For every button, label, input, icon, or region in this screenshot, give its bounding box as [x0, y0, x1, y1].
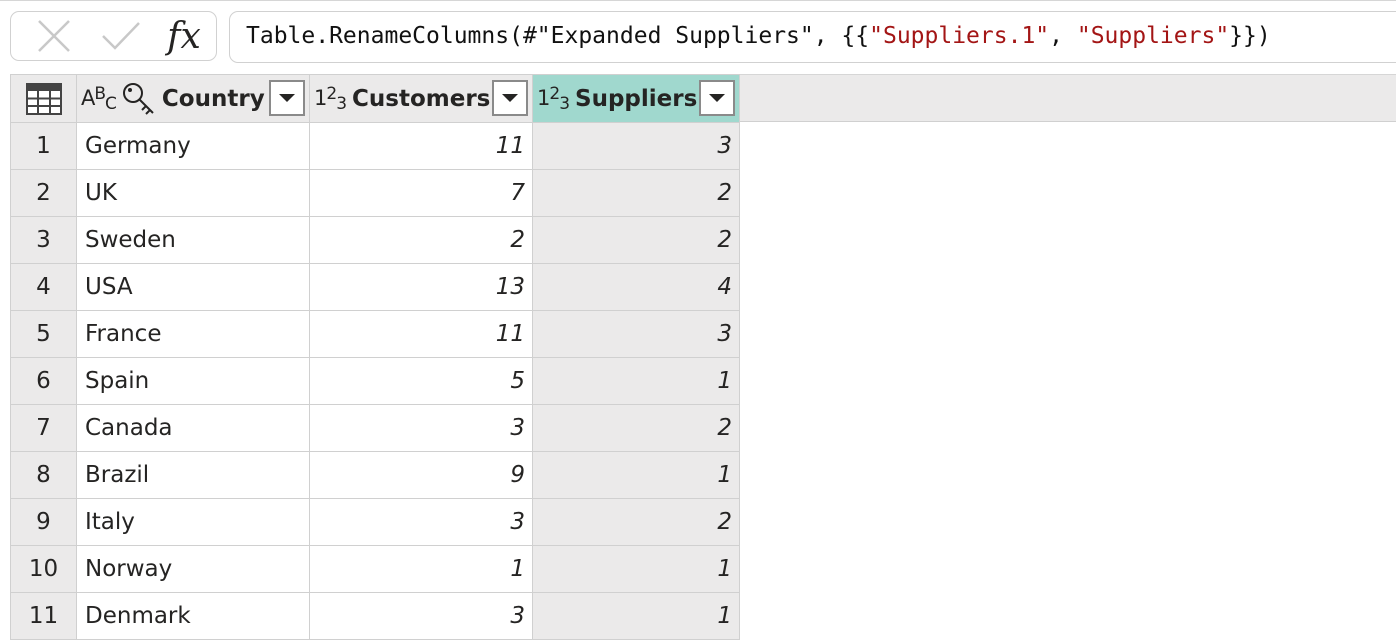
cell-suppliers[interactable]: 1 — [532, 592, 740, 640]
cell-country[interactable]: Canada — [76, 404, 310, 452]
table-row: 2 UK 7 2 — [10, 169, 740, 217]
column-name: Suppliers — [575, 85, 698, 112]
cell-customers[interactable]: 3 — [309, 592, 533, 640]
cell-country[interactable]: Spain — [76, 357, 310, 405]
formula-text: Table.RenameColumns(#"Expanded Suppliers… — [246, 23, 870, 49]
cell-country[interactable]: Germany — [76, 122, 310, 170]
cell-suppliers[interactable]: 1 — [532, 451, 740, 499]
row-number[interactable]: 4 — [10, 263, 77, 311]
formula-input[interactable]: Table.RenameColumns(#"Expanded Suppliers… — [229, 11, 1396, 63]
row-number[interactable]: 5 — [10, 310, 77, 358]
commit-button[interactable] — [93, 12, 149, 60]
column-filter-dropdown[interactable] — [492, 80, 528, 116]
cell-customers[interactable]: 3 — [309, 498, 533, 546]
row-number[interactable]: 11 — [10, 592, 77, 640]
column-header-suppliers[interactable]: 123 Suppliers — [532, 74, 740, 123]
column-name: Customers — [352, 85, 491, 112]
cell-country[interactable]: Italy — [76, 498, 310, 546]
row-number[interactable]: 3 — [10, 216, 77, 264]
table-row: 7 Canada 3 2 — [10, 404, 740, 452]
cancel-button[interactable] — [31, 12, 77, 60]
row-number[interactable]: 7 — [10, 404, 77, 452]
column-filter-dropdown[interactable] — [269, 80, 305, 116]
table-row: 11 Denmark 3 1 — [10, 592, 740, 640]
formula-string-new: "Suppliers" — [1076, 23, 1230, 49]
row-number[interactable]: 6 — [10, 357, 77, 405]
cell-country[interactable]: France — [76, 310, 310, 358]
table-row: 6 Spain 5 1 — [10, 357, 740, 405]
cell-country[interactable]: Sweden — [76, 216, 310, 264]
fx-button[interactable]: fx — [157, 12, 211, 60]
cell-country[interactable]: UK — [76, 169, 310, 217]
row-number[interactable]: 9 — [10, 498, 77, 546]
formula-string-old: "Suppliers.1" — [869, 23, 1050, 49]
cell-country[interactable]: Denmark — [76, 592, 310, 640]
cell-customers[interactable]: 9 — [309, 451, 533, 499]
cell-customers[interactable]: 2 — [309, 216, 533, 264]
number-type-icon[interactable]: 123 — [537, 84, 570, 114]
data-grid: ABC Country 123 Customers 123 Suppliers … — [10, 74, 740, 640]
row-number[interactable]: 1 — [10, 122, 77, 170]
formula-controls: fx — [10, 11, 217, 61]
table-row: 9 Italy 3 2 — [10, 498, 740, 546]
table-icon — [25, 82, 62, 115]
table-row: 8 Brazil 9 1 — [10, 451, 740, 499]
row-number[interactable]: 8 — [10, 451, 77, 499]
number-type-icon[interactable]: 123 — [314, 84, 347, 114]
cell-customers[interactable]: 3 — [309, 404, 533, 452]
cell-suppliers[interactable]: 2 — [532, 498, 740, 546]
cell-suppliers[interactable]: 2 — [532, 169, 740, 217]
cell-customers[interactable]: 11 — [309, 310, 533, 358]
cell-customers[interactable]: 1 — [309, 545, 533, 593]
cell-customers[interactable]: 11 — [309, 122, 533, 170]
cell-suppliers[interactable]: 1 — [532, 357, 740, 405]
column-name: Country — [161, 85, 265, 112]
cell-country[interactable]: Brazil — [76, 451, 310, 499]
cell-suppliers[interactable]: 2 — [532, 216, 740, 264]
cell-suppliers[interactable]: 2 — [532, 404, 740, 452]
column-filter-dropdown[interactable] — [699, 80, 735, 116]
row-number[interactable]: 2 — [10, 169, 77, 217]
top-border — [0, 0, 1396, 1]
cell-customers[interactable]: 5 — [309, 357, 533, 405]
table-row: 1 Germany 11 3 — [10, 122, 740, 170]
cell-suppliers[interactable]: 3 — [532, 310, 740, 358]
text-type-icon[interactable]: ABC — [81, 84, 117, 114]
header-row: ABC Country 123 Customers 123 Suppliers — [10, 74, 740, 123]
cell-customers[interactable]: 7 — [309, 169, 533, 217]
cell-country[interactable]: Norway — [76, 545, 310, 593]
key-icon — [122, 82, 154, 115]
cell-country[interactable]: USA — [76, 263, 310, 311]
table-row: 4 USA 13 4 — [10, 263, 740, 311]
table-menu-button[interactable] — [10, 74, 77, 123]
cell-customers[interactable]: 13 — [309, 263, 533, 311]
table-row: 10 Norway 1 1 — [10, 545, 740, 593]
close-icon — [38, 20, 70, 52]
cell-suppliers[interactable]: 4 — [532, 263, 740, 311]
column-header-country[interactable]: ABC Country — [76, 74, 310, 123]
formula-suffix: }}) — [1229, 23, 1271, 49]
formula-separator: , — [1049, 23, 1077, 49]
row-number[interactable]: 10 — [10, 545, 77, 593]
cell-suppliers[interactable]: 3 — [532, 122, 740, 170]
cell-suppliers[interactable]: 1 — [532, 545, 740, 593]
column-header-customers[interactable]: 123 Customers — [309, 74, 533, 123]
table-row: 3 Sweden 2 2 — [10, 216, 740, 264]
checkmark-icon — [102, 22, 140, 50]
table-row: 5 France 11 3 — [10, 310, 740, 358]
